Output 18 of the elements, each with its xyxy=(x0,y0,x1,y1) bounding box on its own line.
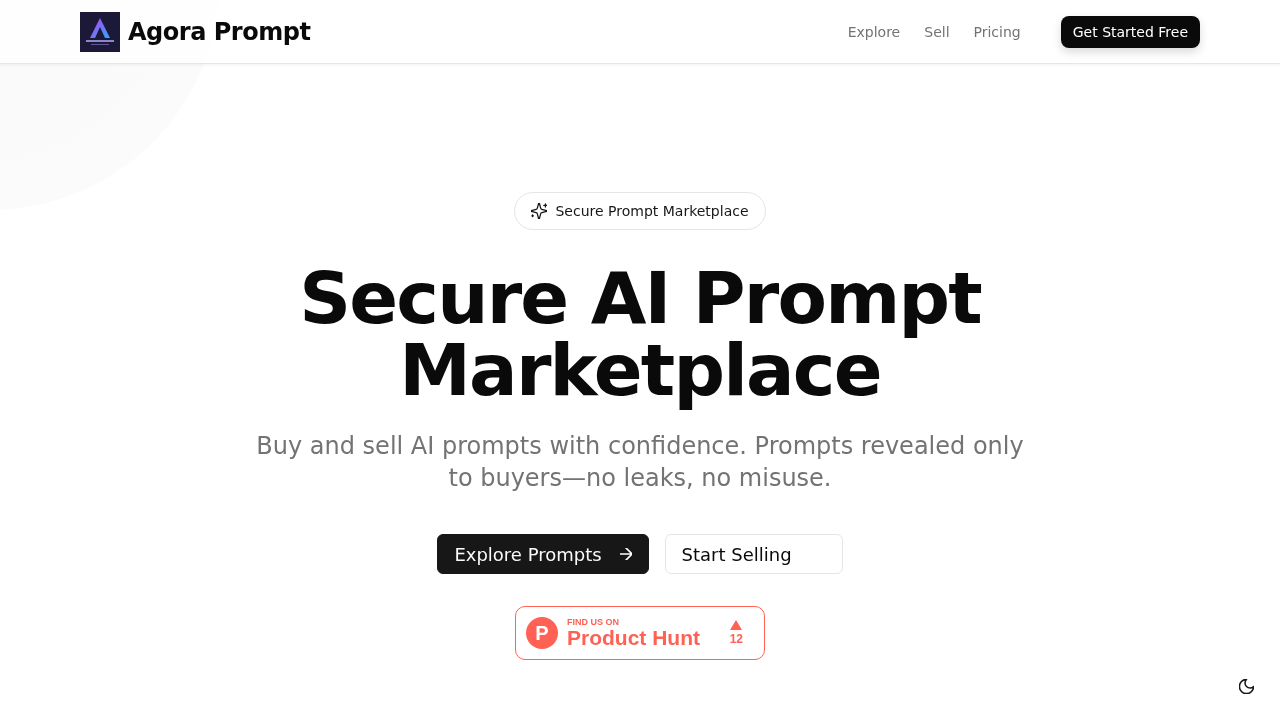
find-us-label: FIND US ON xyxy=(567,617,620,627)
product-hunt-name: Product Hunt xyxy=(567,627,700,649)
explore-button[interactable]: Explore Prompts xyxy=(437,534,649,574)
get-started-button[interactable]: Get Started Free xyxy=(1060,16,1200,48)
logo-icon xyxy=(80,12,120,52)
moon-icon xyxy=(1238,678,1254,694)
nav-link[interactable]: Sell xyxy=(924,24,950,40)
start-selling-button[interactable]: Start Selling xyxy=(664,534,843,574)
hero-subtitle: Buy and sell AI prompts with confidence. Prompts revealed only to buyers—no leaks, no misuse. xyxy=(255,431,1025,494)
sparkles-icon xyxy=(531,203,548,219)
nav-link[interactable]: Explore xyxy=(847,24,901,40)
arrow-right-icon xyxy=(619,548,632,560)
badge-label: Secure Prompt Marketplace xyxy=(555,203,749,219)
triangle-icon xyxy=(730,620,743,630)
upvote-count: 12 xyxy=(729,633,743,646)
product-hunt-logo: P xyxy=(526,617,558,649)
brand-name: Agora Prompt xyxy=(128,18,311,46)
nav-link[interactable]: Pricing xyxy=(973,24,1021,40)
